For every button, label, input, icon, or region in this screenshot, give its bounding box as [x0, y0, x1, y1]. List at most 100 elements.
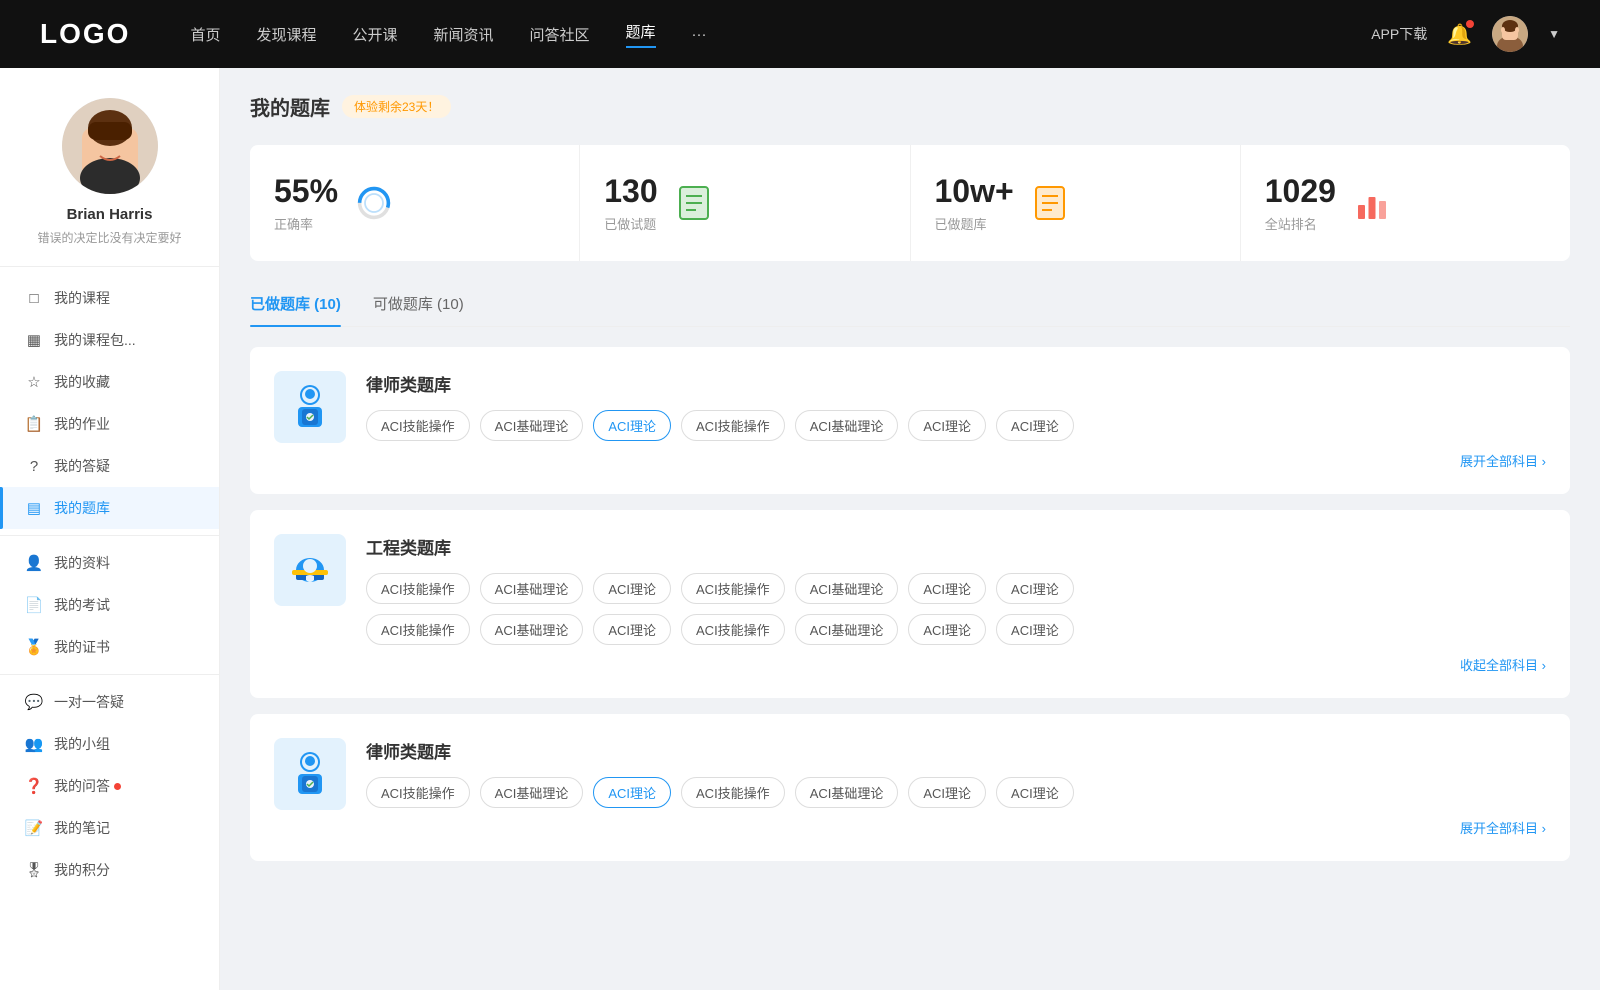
- nav-news[interactable]: 新闻资讯: [434, 24, 494, 45]
- sidebar-item-my-notes[interactable]: 📝 我的笔记: [0, 807, 219, 849]
- tag-eng-1-r1-5[interactable]: ACI理论: [908, 573, 986, 604]
- sidebar-item-my-groups[interactable]: 👥 我的小组: [0, 723, 219, 765]
- points-icon: 🎖: [24, 860, 44, 880]
- tag-lawyer-2-0[interactable]: ACI技能操作: [366, 777, 470, 808]
- sidebar-label-my-questions: 我的答疑: [54, 456, 110, 476]
- qbank-title-lawyer-2: 律师类题库: [366, 738, 1546, 763]
- tag-lawyer-2-2[interactable]: ACI理论: [593, 777, 671, 808]
- stat-accuracy-icon: [354, 183, 394, 223]
- nav-qbank[interactable]: 题库: [626, 21, 656, 48]
- sidebar-item-my-exams[interactable]: 📄 我的考试: [0, 584, 219, 626]
- group-icon: 👥: [24, 734, 44, 754]
- sidebar-item-my-courses[interactable]: □ 我的课程: [0, 277, 219, 319]
- stat-accuracy: 55% 正确率: [250, 145, 580, 261]
- tag-lawyer-2-3[interactable]: ACI技能操作: [681, 777, 785, 808]
- tag-eng-1-r2-2[interactable]: ACI理论: [593, 614, 671, 645]
- profile-section: Brian Harris 错误的决定比没有决定要好: [0, 68, 219, 267]
- stat-done-questions: 130 已做试题: [580, 145, 910, 261]
- tag-lawyer-1-2[interactable]: ACI理论: [593, 410, 671, 441]
- tags-row-lawyer-1: ACI技能操作 ACI基础理论 ACI理论 ACI技能操作 ACI基础理论 AC…: [366, 410, 1546, 441]
- sidebar-item-my-profile[interactable]: 👤 我的资料: [0, 542, 219, 584]
- tag-lawyer-2-1[interactable]: ACI基础理论: [480, 777, 584, 808]
- collapse-link-engineer-1[interactable]: 收起全部科目 ›: [366, 655, 1546, 674]
- file-icon: 📄: [24, 595, 44, 615]
- sidebar-menu: □ 我的课程 ▦ 我的课程包... ☆ 我的收藏 📋 我的作业 ? 我的答疑 ▤: [0, 267, 219, 901]
- sidebar-item-my-favorites[interactable]: ☆ 我的收藏: [0, 361, 219, 403]
- app-download[interactable]: APP下载: [1371, 24, 1427, 44]
- nav-home[interactable]: 首页: [190, 24, 220, 45]
- sidebar-item-my-certs[interactable]: 🏅 我的证书: [0, 626, 219, 668]
- sidebar-item-my-qbank[interactable]: ▤ 我的题库: [0, 487, 219, 529]
- sidebar-item-one-on-one[interactable]: 💬 一对一答疑: [0, 681, 219, 723]
- profile-motto: 错误的决定比没有决定要好: [37, 229, 181, 246]
- nav-qa[interactable]: 问答社区: [530, 24, 590, 45]
- tag-eng-1-r2-1[interactable]: ACI基础理论: [480, 614, 584, 645]
- user-avatar[interactable]: [1492, 16, 1528, 52]
- sidebar-item-my-points[interactable]: 🎖 我的积分: [0, 849, 219, 891]
- sidebar-item-my-packages[interactable]: ▦ 我的课程包...: [0, 319, 219, 361]
- qbank-content-engineer-1: 工程类题库 ACI技能操作 ACI基础理论 ACI理论 ACI技能操作 ACI基…: [366, 534, 1546, 674]
- sidebar-label-my-groups: 我的小组: [54, 734, 110, 754]
- chat-icon: 💬: [24, 692, 44, 712]
- tag-lawyer-1-1[interactable]: ACI基础理论: [480, 410, 584, 441]
- sidebar-label-my-answers: 我的问答: [54, 776, 110, 796]
- tag-lawyer-1-0[interactable]: ACI技能操作: [366, 410, 470, 441]
- qbank-content-lawyer-1: 律师类题库 ACI技能操作 ACI基础理论 ACI理论 ACI技能操作 ACI基…: [366, 371, 1546, 470]
- tag-lawyer-2-5[interactable]: ACI理论: [908, 777, 986, 808]
- clipboard-icon: 📋: [24, 414, 44, 434]
- tag-eng-1-r1-4[interactable]: ACI基础理论: [795, 573, 899, 604]
- qbank-title-engineer-1: 工程类题库: [366, 534, 1546, 559]
- tag-eng-1-r1-2[interactable]: ACI理论: [593, 573, 671, 604]
- sidebar-item-my-questions[interactable]: ? 我的答疑: [0, 445, 219, 487]
- stat-accuracy-value: 55%: [274, 173, 338, 210]
- tag-eng-1-r2-6[interactable]: ACI理论: [996, 614, 1074, 645]
- tag-lawyer-2-4[interactable]: ACI基础理论: [795, 777, 899, 808]
- sidebar-label-one-on-one: 一对一答疑: [54, 692, 124, 712]
- bell-icon[interactable]: 🔔: [1447, 22, 1472, 47]
- page-title: 我的题库: [250, 92, 330, 121]
- tag-eng-1-r2-5[interactable]: ACI理论: [908, 614, 986, 645]
- notification-dot: [1466, 20, 1474, 28]
- nav-more[interactable]: ···: [692, 26, 707, 43]
- expand-link-lawyer-2[interactable]: 展开全部科目 ›: [366, 818, 1546, 837]
- tag-lawyer-1-4[interactable]: ACI基础理论: [795, 410, 899, 441]
- tab-done[interactable]: 已做题库 (10): [250, 285, 341, 326]
- nav-open-course[interactable]: 公开课: [352, 24, 397, 45]
- expand-link-lawyer-1[interactable]: 展开全部科目 ›: [366, 451, 1546, 470]
- tag-eng-1-r1-1[interactable]: ACI基础理论: [480, 573, 584, 604]
- logo[interactable]: LOGO: [40, 18, 130, 50]
- tags-row-lawyer-2: ACI技能操作 ACI基础理论 ACI理论 ACI技能操作 ACI基础理论 AC…: [366, 777, 1546, 808]
- tag-eng-1-r2-3[interactable]: ACI技能操作: [681, 614, 785, 645]
- sidebar-label-my-qbank: 我的题库: [54, 498, 110, 518]
- tag-eng-1-r1-0[interactable]: ACI技能操作: [366, 573, 470, 604]
- trial-badge: 体验剩余23天！: [342, 95, 451, 118]
- tag-lawyer-1-6[interactable]: ACI理论: [996, 410, 1074, 441]
- tag-lawyer-1-5[interactable]: ACI理论: [908, 410, 986, 441]
- stat-done-banks-icon: [1030, 183, 1070, 223]
- tag-eng-1-r1-3[interactable]: ACI技能操作: [681, 573, 785, 604]
- tag-lawyer-1-3[interactable]: ACI技能操作: [681, 410, 785, 441]
- sidebar-label-my-favorites: 我的收藏: [54, 372, 110, 392]
- qbank-icon-lawyer-2: [274, 738, 346, 810]
- sidebar-label-my-homework: 我的作业: [54, 414, 110, 434]
- tag-eng-1-r1-6[interactable]: ACI理论: [996, 573, 1074, 604]
- qbank-card-engineer-1: 工程类题库 ACI技能操作 ACI基础理论 ACI理论 ACI技能操作 ACI基…: [250, 510, 1570, 698]
- bar-chart-icon: ▦: [24, 330, 44, 350]
- profile-avatar: [62, 98, 158, 194]
- tag-lawyer-2-6[interactable]: ACI理论: [996, 777, 1074, 808]
- nav-discover[interactable]: 发现课程: [256, 24, 316, 45]
- tag-eng-1-r2-4[interactable]: ACI基础理论: [795, 614, 899, 645]
- qbank-icon-lawyer-1: [274, 371, 346, 443]
- stat-done-questions-value: 130: [604, 173, 657, 210]
- answer-dot: [114, 783, 121, 790]
- tags-row-engineer-1-row2: ACI技能操作 ACI基础理论 ACI理论 ACI技能操作 ACI基础理论 AC…: [366, 614, 1546, 645]
- sidebar-label-my-exams: 我的考试: [54, 595, 110, 615]
- tag-eng-1-r2-0[interactable]: ACI技能操作: [366, 614, 470, 645]
- question-circle-icon: ?: [24, 456, 44, 476]
- sidebar-item-my-homework[interactable]: 📋 我的作业: [0, 403, 219, 445]
- user-dropdown-arrow[interactable]: ▼: [1548, 27, 1560, 41]
- tab-available[interactable]: 可做题库 (10): [373, 285, 464, 326]
- tags-row-engineer-1-row1: ACI技能操作 ACI基础理论 ACI理论 ACI技能操作 ACI基础理论 AC…: [366, 573, 1546, 604]
- sidebar-item-my-answers[interactable]: ❓ 我的问答: [0, 765, 219, 807]
- stat-done-banks-label: 已做题库: [935, 214, 1014, 233]
